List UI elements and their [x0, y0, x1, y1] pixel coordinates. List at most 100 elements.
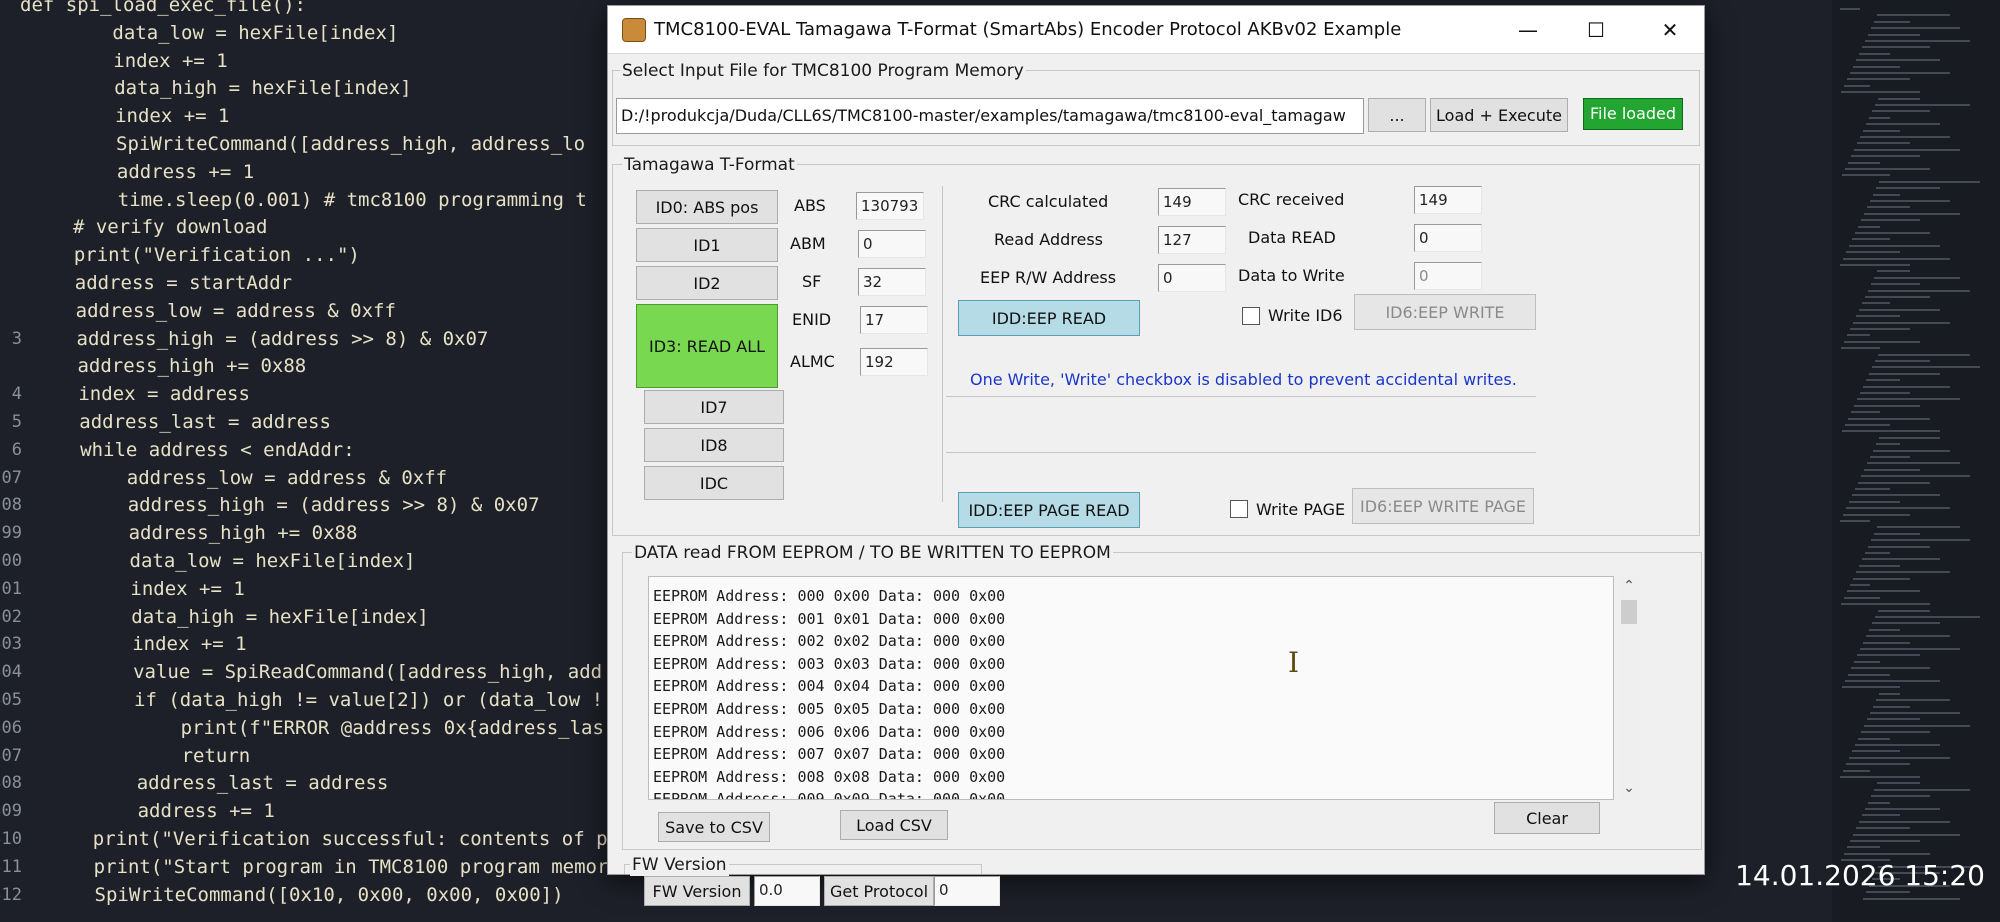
line-number: 305 [0, 690, 22, 710]
write-id6-checkbox[interactable] [1242, 307, 1260, 325]
code-line: SpiWriteCommand([0x10, 0x00, 0x00, 0x00]… [48, 883, 564, 906]
code-line: print(f"ERROR @address 0x{address_las [43, 716, 604, 739]
line-number: 4 [11, 384, 22, 405]
file-path-field[interactable]: D:/!produkcja/Duda/CLL6S/TMC8100-master/… [616, 98, 1364, 134]
minimap-line [1848, 417, 1930, 420]
line-number: 312 [0, 884, 22, 905]
fw-version-field[interactable]: 0.0 [754, 876, 820, 906]
line-number [0, 75, 22, 101]
minimap-line [1845, 168, 1930, 170]
write-protection-note: One Write, 'Write' checkbox is disabled … [970, 370, 1517, 389]
eeprom-line: EEPROM Address: 006 0x06 Data: 000 0x00 [653, 722, 1006, 741]
abs-field[interactable]: 130793 [856, 192, 924, 220]
eep-write-page-button[interactable]: ID6:EEP WRITE PAGE [1352, 488, 1534, 524]
save-csv-button[interactable]: Save to CSV [658, 812, 770, 842]
load-csv-button[interactable]: Load CSV [840, 810, 948, 840]
eeprom-line: EEPROM Address: 007 0x07 Data: 000 0x00 [653, 745, 1006, 764]
window-title: TMC8100-EVAL Tamagawa T-Format (SmartAbs… [654, 19, 1402, 40]
code-line: address_last = address [33, 411, 331, 433]
minimize-button[interactable]: — [1508, 12, 1548, 48]
read-address-field[interactable]: 127 [1158, 226, 1226, 254]
eep-write-button[interactable]: ID6:EEP WRITE [1354, 294, 1536, 330]
editor-minimap[interactable] [1832, 0, 2000, 922]
minimap-line [1866, 123, 1940, 126]
file-status-badge: File loaded [1583, 98, 1683, 130]
write-id6-label: Write ID6 [1268, 306, 1343, 325]
clear-button[interactable]: Clear [1494, 802, 1600, 834]
eep-page-read-button[interactable]: IDD:EEP PAGE READ [958, 492, 1140, 528]
data-to-write-field[interactable]: 0 [1414, 262, 1482, 290]
fw-version-button[interactable]: FW Version [644, 876, 750, 906]
app-window: TMC8100-EVAL Tamagawa T-Format (SmartAbs… [607, 5, 1705, 876]
minimap-line [1851, 411, 1880, 414]
minimap-line [1855, 232, 1930, 234]
crc-received-field[interactable]: 149 [1414, 186, 1482, 214]
minimap-line [1871, 283, 1920, 286]
line-number: 6 [11, 439, 22, 460]
line-number: 08 [1, 495, 22, 516]
id1-button[interactable]: ID1 [636, 228, 778, 262]
eeprom-line: EEPROM Address: 000 0x00 Data: 000 0x00 [653, 587, 1006, 605]
title-bar[interactable]: TMC8100-EVAL Tamagawa T-Format (SmartAbs… [608, 6, 1704, 54]
minimap-line [1865, 40, 1970, 42]
almc-field[interactable]: 192 [860, 348, 928, 376]
minimap-line [1860, 392, 1910, 394]
scrollbar-thumb[interactable] [1621, 600, 1637, 624]
minimap-line [1853, 321, 1950, 324]
minimap-line [1843, 257, 1950, 260]
eeprom-line: EEPROM Address: 004 0x04 Data: 000 0x00 [653, 677, 1006, 696]
id0-abs-pos-button[interactable]: ID0: ABS pos [636, 190, 778, 224]
abm-field[interactable]: 0 [858, 230, 926, 258]
eeprom-scrollbar[interactable]: ⌃ ⌄ [1618, 576, 1640, 800]
id7-button[interactable]: ID7 [644, 390, 784, 424]
eep-rw-address-field[interactable]: 0 [1158, 264, 1226, 292]
code-line: print("Verification ...") [28, 244, 360, 267]
close-button[interactable]: ✕ [1650, 12, 1690, 48]
idc-button[interactable]: IDC [644, 466, 784, 500]
browse-button[interactable]: ... [1368, 98, 1426, 132]
minimap-line [1856, 59, 1940, 62]
eeprom-text-area[interactable]: EEPROM Address: 000 0x00 Data: 000 0x00 E… [648, 576, 1614, 800]
minimap-line [1876, 443, 1900, 446]
code-line: data_high = hexFile[index] [22, 77, 412, 100]
protocol-field[interactable]: 0 [934, 876, 1000, 906]
crc-calculated-field[interactable]: 149 [1158, 188, 1226, 216]
get-protocol-button[interactable]: Get Protocol [824, 876, 934, 906]
minimap-line [1856, 315, 1900, 318]
minimap-line [1857, 142, 1910, 145]
id8-button[interactable]: ID8 [644, 428, 784, 462]
eep-read-button[interactable]: IDD:EEP READ [958, 300, 1140, 336]
id2-button[interactable]: ID2 [636, 266, 778, 300]
eeprom-line: EEPROM Address: 001 0x01 Data: 000 0x00 [653, 609, 1006, 628]
scroll-down-icon[interactable]: ⌄ [1618, 778, 1640, 798]
minimap-line [1869, 372, 1940, 375]
enid-label: ENID [792, 310, 832, 329]
code-line: address_high = (address >> 8) & 0x07 [30, 327, 489, 350]
id3-read-all-button[interactable]: ID3: READ ALL [636, 304, 778, 388]
minimap-line [1867, 206, 1910, 209]
line-number [0, 270, 22, 296]
minimap-line [1858, 481, 1930, 484]
enid-field[interactable]: 17 [860, 306, 928, 334]
line-number: 5 [11, 412, 22, 432]
line-number [0, 187, 22, 213]
load-execute-button[interactable]: Load + Execute [1430, 98, 1568, 132]
line-number: 303 [0, 634, 22, 655]
minimap-line [1856, 827, 1910, 830]
scroll-up-icon[interactable]: ⌃ [1618, 576, 1640, 596]
minimap-line [1842, 430, 1940, 433]
minimap-line [1840, 776, 1920, 778]
maximize-button[interactable]: ☐ [1576, 12, 1616, 48]
divider [942, 186, 943, 502]
sf-field[interactable]: 32 [858, 268, 926, 296]
minimap-line [1875, 360, 1930, 362]
minimap-line [1860, 648, 1960, 650]
data-read-field[interactable]: 0 [1414, 224, 1482, 252]
eeprom-line: EEPROM Address: 009 0x09 Data: 000 0x00 [653, 790, 1006, 800]
minimap-line [1852, 750, 1900, 753]
write-page-checkbox[interactable] [1230, 500, 1248, 518]
minimap-line [1850, 72, 1950, 74]
minimap-line [1855, 488, 1890, 490]
minimap-line [1852, 494, 1940, 497]
minimap-line [1874, 532, 1920, 535]
